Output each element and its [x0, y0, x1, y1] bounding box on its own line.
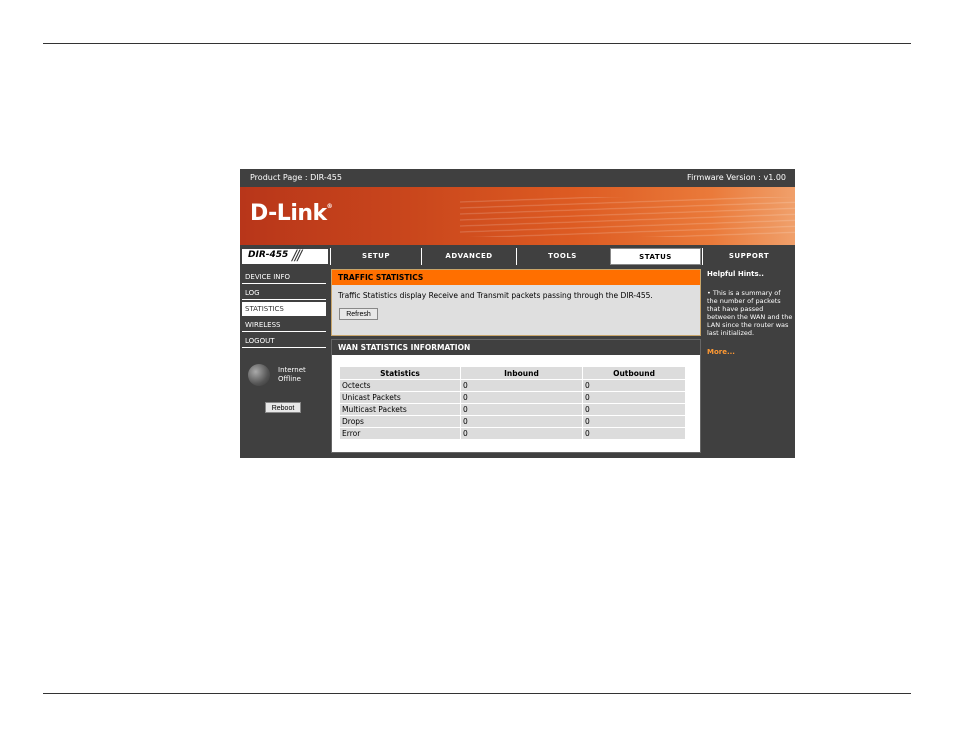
page-top-rule — [43, 43, 911, 44]
tab-status[interactable]: STATUS — [610, 248, 701, 265]
row-inbound: 0 — [461, 428, 582, 439]
traffic-statistics-description: Traffic Statistics display Receive and T… — [338, 291, 653, 300]
more-link[interactable]: More... — [707, 348, 735, 356]
row-outbound: 0 — [583, 380, 685, 391]
row-label: Octects — [340, 380, 460, 391]
dlink-logo: D-Link® — [250, 201, 333, 226]
traffic-statistics-panel: TRAFFIC STATISTICS Traffic Statistics di… — [331, 269, 701, 336]
sidebar-item-log[interactable]: LOG — [242, 286, 326, 300]
wan-statistics-table: Statistics Inbound Outbound Octects 0 0 … — [339, 366, 686, 440]
table-row: Multicast Packets 0 0 — [340, 404, 685, 415]
router-ui-screenshot: Product Page : DIR-455 Firmware Version … — [240, 169, 795, 458]
sidebar-item-device-info[interactable]: DEVICE INFO — [242, 270, 326, 284]
column-header-statistics: Statistics — [340, 367, 460, 379]
row-inbound: 0 — [461, 416, 582, 427]
internet-status-text: Internet Offline — [278, 366, 318, 384]
row-label: Drops — [340, 416, 460, 427]
row-outbound: 0 — [583, 392, 685, 403]
sidebar-item-statistics[interactable]: STATISTICS — [242, 302, 326, 316]
model-slash-decoration: /// — [292, 248, 302, 264]
row-inbound: 0 — [461, 380, 582, 391]
wan-statistics-panel: WAN STATISTICS INFORMATION Statistics In… — [331, 339, 701, 453]
refresh-button[interactable]: Refresh — [339, 308, 378, 320]
tab-setup[interactable]: SETUP — [330, 248, 421, 265]
tab-advanced[interactable]: ADVANCED — [421, 248, 516, 265]
sidebar-item-logout[interactable]: LOGOUT — [242, 334, 326, 348]
row-outbound: 0 — [583, 428, 685, 439]
internet-state: Offline — [278, 375, 301, 383]
product-page-label: Product Page : DIR-455 — [250, 173, 342, 182]
row-outbound: 0 — [583, 416, 685, 427]
table-row: Unicast Packets 0 0 — [340, 392, 685, 403]
tab-tools[interactable]: TOOLS — [516, 248, 608, 265]
helpful-hints-text: • This is a summary of the number of pac… — [707, 289, 793, 337]
tab-support[interactable]: SUPPORT — [702, 248, 795, 265]
main-navigation: DIR-455 /// SETUP ADVANCED TOOLS STATUS … — [240, 247, 795, 266]
table-row: Error 0 0 — [340, 428, 685, 439]
row-label: Unicast Packets — [340, 392, 460, 403]
sidebar-item-wireless[interactable]: WIRELESS — [242, 318, 326, 332]
row-outbound: 0 — [583, 404, 685, 415]
globe-icon — [248, 364, 270, 386]
reboot-button[interactable]: Reboot — [265, 402, 301, 413]
brand-banner: D-Link® — [240, 187, 795, 245]
table-row: Octects 0 0 — [340, 380, 685, 391]
helpful-hints-panel: Helpful Hints.. • This is a summary of t… — [704, 268, 795, 458]
top-info-bar: Product Page : DIR-455 Firmware Version … — [240, 169, 795, 186]
logo-text: D-Link — [250, 201, 327, 226]
sidebar: DEVICE INFO LOG STATISTICS WIRELESS LOGO… — [240, 268, 328, 458]
model-badge: DIR-455 /// — [242, 248, 328, 264]
row-inbound: 0 — [461, 404, 582, 415]
wan-statistics-title: WAN STATISTICS INFORMATION — [332, 340, 700, 355]
helpful-hints-title: Helpful Hints.. — [707, 270, 764, 278]
row-inbound: 0 — [461, 392, 582, 403]
table-row: Drops 0 0 — [340, 416, 685, 427]
page-bottom-rule — [43, 693, 911, 694]
row-label: Error — [340, 428, 460, 439]
banner-swoosh-decoration — [460, 197, 795, 237]
internet-label: Internet — [278, 366, 306, 374]
column-header-outbound: Outbound — [583, 367, 685, 379]
main-content: TRAFFIC STATISTICS Traffic Statistics di… — [330, 268, 702, 458]
traffic-statistics-title: TRAFFIC STATISTICS — [332, 270, 700, 285]
registered-mark: ® — [326, 203, 333, 210]
row-label: Multicast Packets — [340, 404, 460, 415]
model-name: DIR-455 — [248, 250, 289, 260]
firmware-version-label: Firmware Version : v1.00 — [687, 173, 786, 182]
column-header-inbound: Inbound — [461, 367, 582, 379]
table-header-row: Statistics Inbound Outbound — [340, 367, 685, 379]
